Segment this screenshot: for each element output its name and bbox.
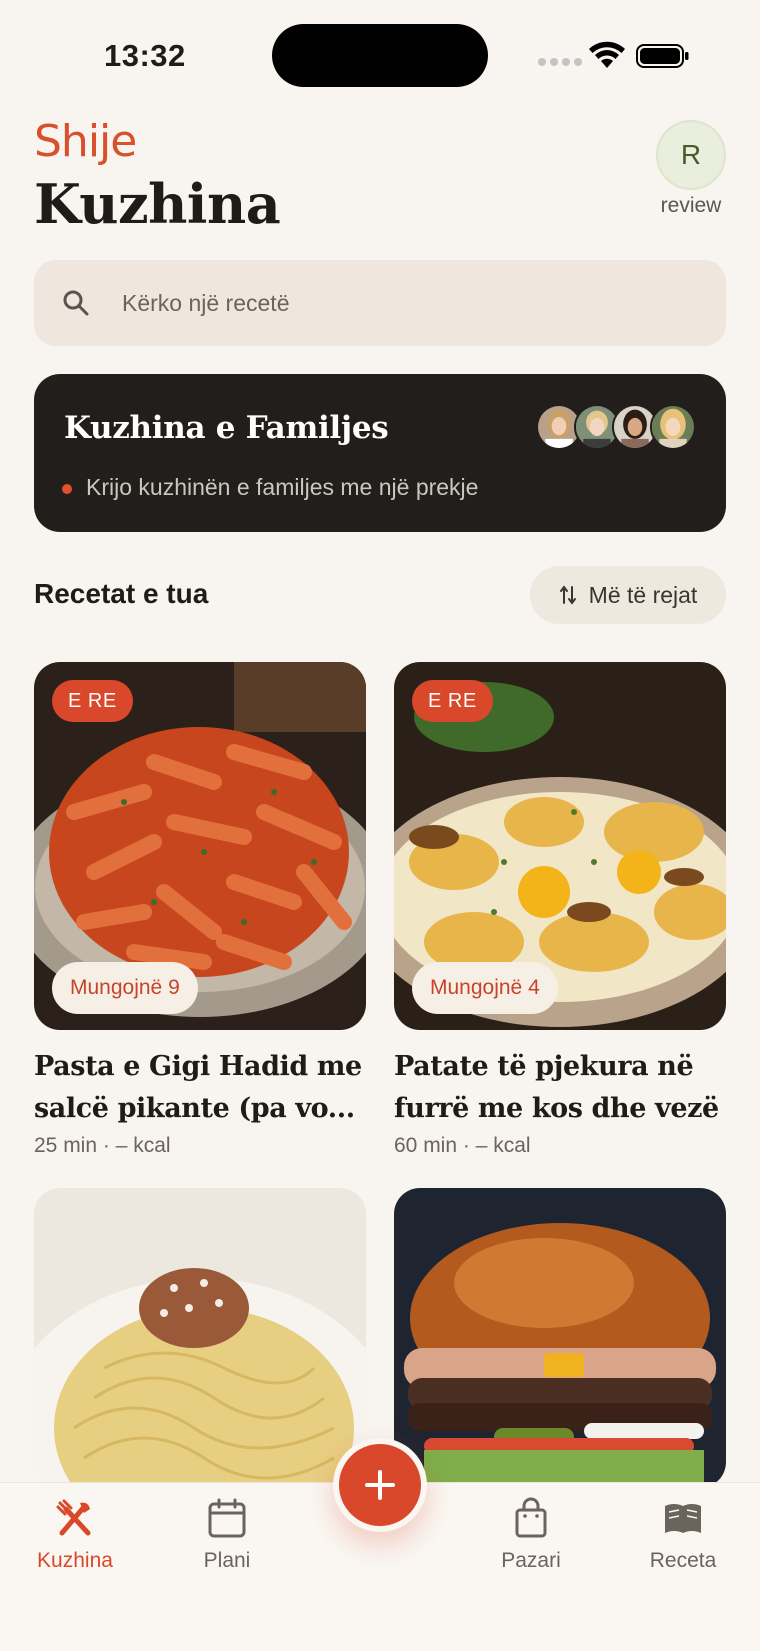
sort-label: Më të rejat [588, 581, 698, 608]
search-input[interactable] [122, 289, 682, 317]
status-bar: 13:32 [0, 0, 760, 110]
plus-icon [365, 1470, 395, 1500]
avatar[interactable]: R [656, 120, 726, 190]
family-avatars [536, 404, 696, 450]
new-badge: E RE [52, 680, 133, 722]
cellular-signal-icon [538, 58, 582, 66]
nav-label: Pazari [501, 1549, 561, 1572]
nav-item-receta[interactable]: Receta [618, 1497, 748, 1573]
nav-label: Plani [203, 1549, 251, 1572]
recipe-meta: 60 min · – kcal [394, 1134, 531, 1157]
app-logo: Shije [34, 116, 137, 167]
recipe-title: Patate të pjekura në furrë me kos dhe ve… [394, 1051, 719, 1124]
status-time: 13:32 [104, 38, 186, 73]
dynamic-island [272, 24, 488, 87]
family-kitchen-card[interactable]: Kuzhina e Familjes Krijo kuzhinën e fami… [34, 374, 726, 532]
recipe-image [394, 1188, 726, 1488]
add-recipe-button[interactable] [333, 1438, 427, 1532]
search-bar[interactable] [34, 260, 726, 346]
new-badge: E RE [412, 680, 493, 722]
open-book-icon [665, 1504, 701, 1533]
recipe-image: E RE Mungojnë 4 [394, 662, 726, 1030]
missing-ingredients-badge: Mungojnë 9 [52, 962, 198, 1014]
recipe-meta: 25 min · – kcal [34, 1134, 171, 1157]
fork-knife-icon [56, 1499, 91, 1536]
search-icon [63, 290, 89, 316]
family-card-subtitle: Krijo kuzhinën e familjes me një prekje [86, 474, 479, 500]
sort-button[interactable]: Më të rejat [530, 566, 726, 624]
page-title: Kuzhina [34, 172, 281, 236]
recipe-image: E RE Mungojnë 9 [34, 662, 366, 1030]
nav-label: Receta [649, 1549, 717, 1572]
nav-label: Kuzhina [37, 1549, 113, 1572]
recipe-card[interactable] [34, 1188, 366, 1488]
nav-item-plani[interactable]: Plani [162, 1497, 292, 1573]
missing-ingredients-badge: Mungojnë 4 [412, 962, 558, 1014]
bullet-dot [62, 484, 72, 494]
calendar-icon [208, 1498, 246, 1538]
battery-icon [636, 44, 689, 68]
avatar-label: review [660, 194, 722, 217]
recipe-image [34, 1188, 366, 1488]
nav-item-pazari[interactable]: Pazari [466, 1497, 596, 1573]
recipe-card[interactable] [394, 1188, 726, 1488]
family-member-avatar [650, 404, 696, 450]
section-title: Recetat e tua [34, 578, 209, 609]
recipe-title: Pasta e Gigi Hadid me salcë pikante (pa … [34, 1051, 362, 1124]
wifi-icon [589, 41, 625, 68]
shopping-bag-icon [515, 1497, 547, 1538]
add-button-circle[interactable] [339, 1444, 421, 1526]
avatar-initial: R [680, 139, 702, 170]
recipe-card[interactable]: E RE Mungojnë 9 Pasta e Gigi Hadid me sa… [34, 662, 366, 1158]
recipe-card[interactable]: E RE Mungojnë 4 Patate të pjekura në fur… [394, 662, 726, 1158]
sort-icon [559, 585, 576, 605]
family-card-title: Kuzhina e Familjes [64, 410, 389, 446]
nav-item-kuzhina[interactable]: Kuzhina [10, 1497, 140, 1573]
